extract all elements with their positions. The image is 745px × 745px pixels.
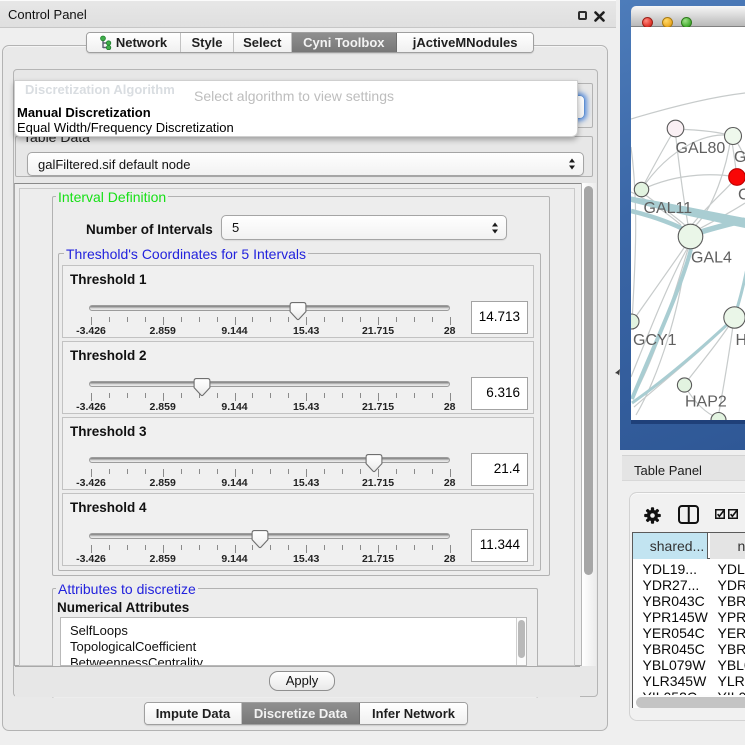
svg-text:GCY1: GCY1 <box>633 332 677 349</box>
svg-text:GA: GA <box>734 149 745 166</box>
svg-text:HAP2: HAP2 <box>685 394 727 411</box>
svg-text:C: C <box>738 187 745 204</box>
svg-text:H: H <box>736 332 745 349</box>
svg-text:GAL11: GAL11 <box>644 200 693 217</box>
svg-text:GAL4: GAL4 <box>691 250 732 267</box>
svg-text:GAL80: GAL80 <box>676 140 726 157</box>
